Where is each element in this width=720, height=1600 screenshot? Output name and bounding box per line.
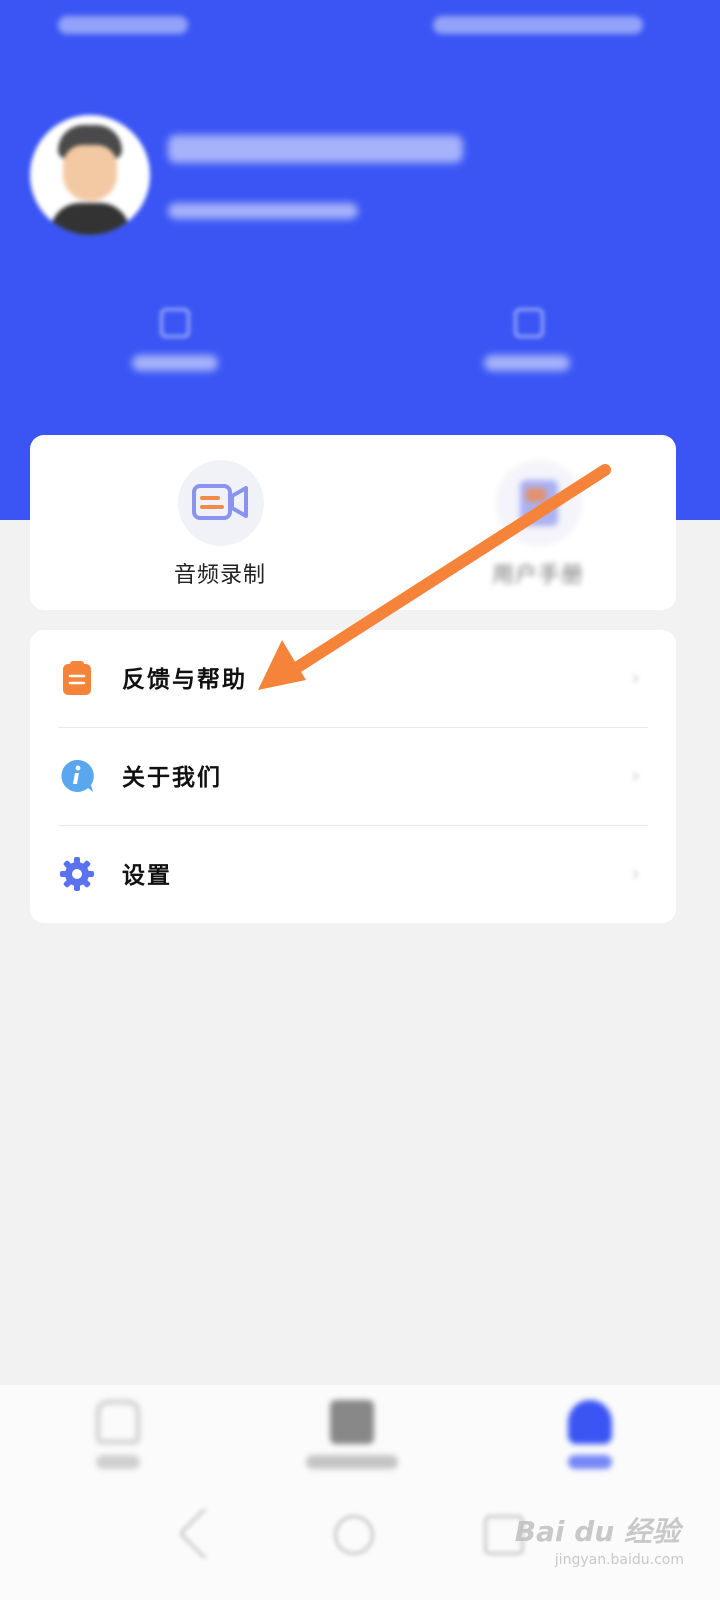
back-icon[interactable] — [178, 1507, 231, 1560]
baidu-watermark-url: jingyan.baidu.com — [554, 1552, 684, 1568]
home-icon — [96, 1400, 140, 1444]
tab-home[interactable] — [58, 1395, 178, 1485]
annotation-arrow — [258, 464, 611, 690]
home-nav-icon[interactable] — [334, 1515, 374, 1555]
tab-center[interactable] — [292, 1395, 412, 1485]
person-icon — [568, 1400, 612, 1444]
baidu-watermark: Bai du 经验 — [514, 1515, 680, 1548]
grid-icon — [330, 1400, 374, 1444]
tab-profile[interactable] — [530, 1395, 650, 1485]
